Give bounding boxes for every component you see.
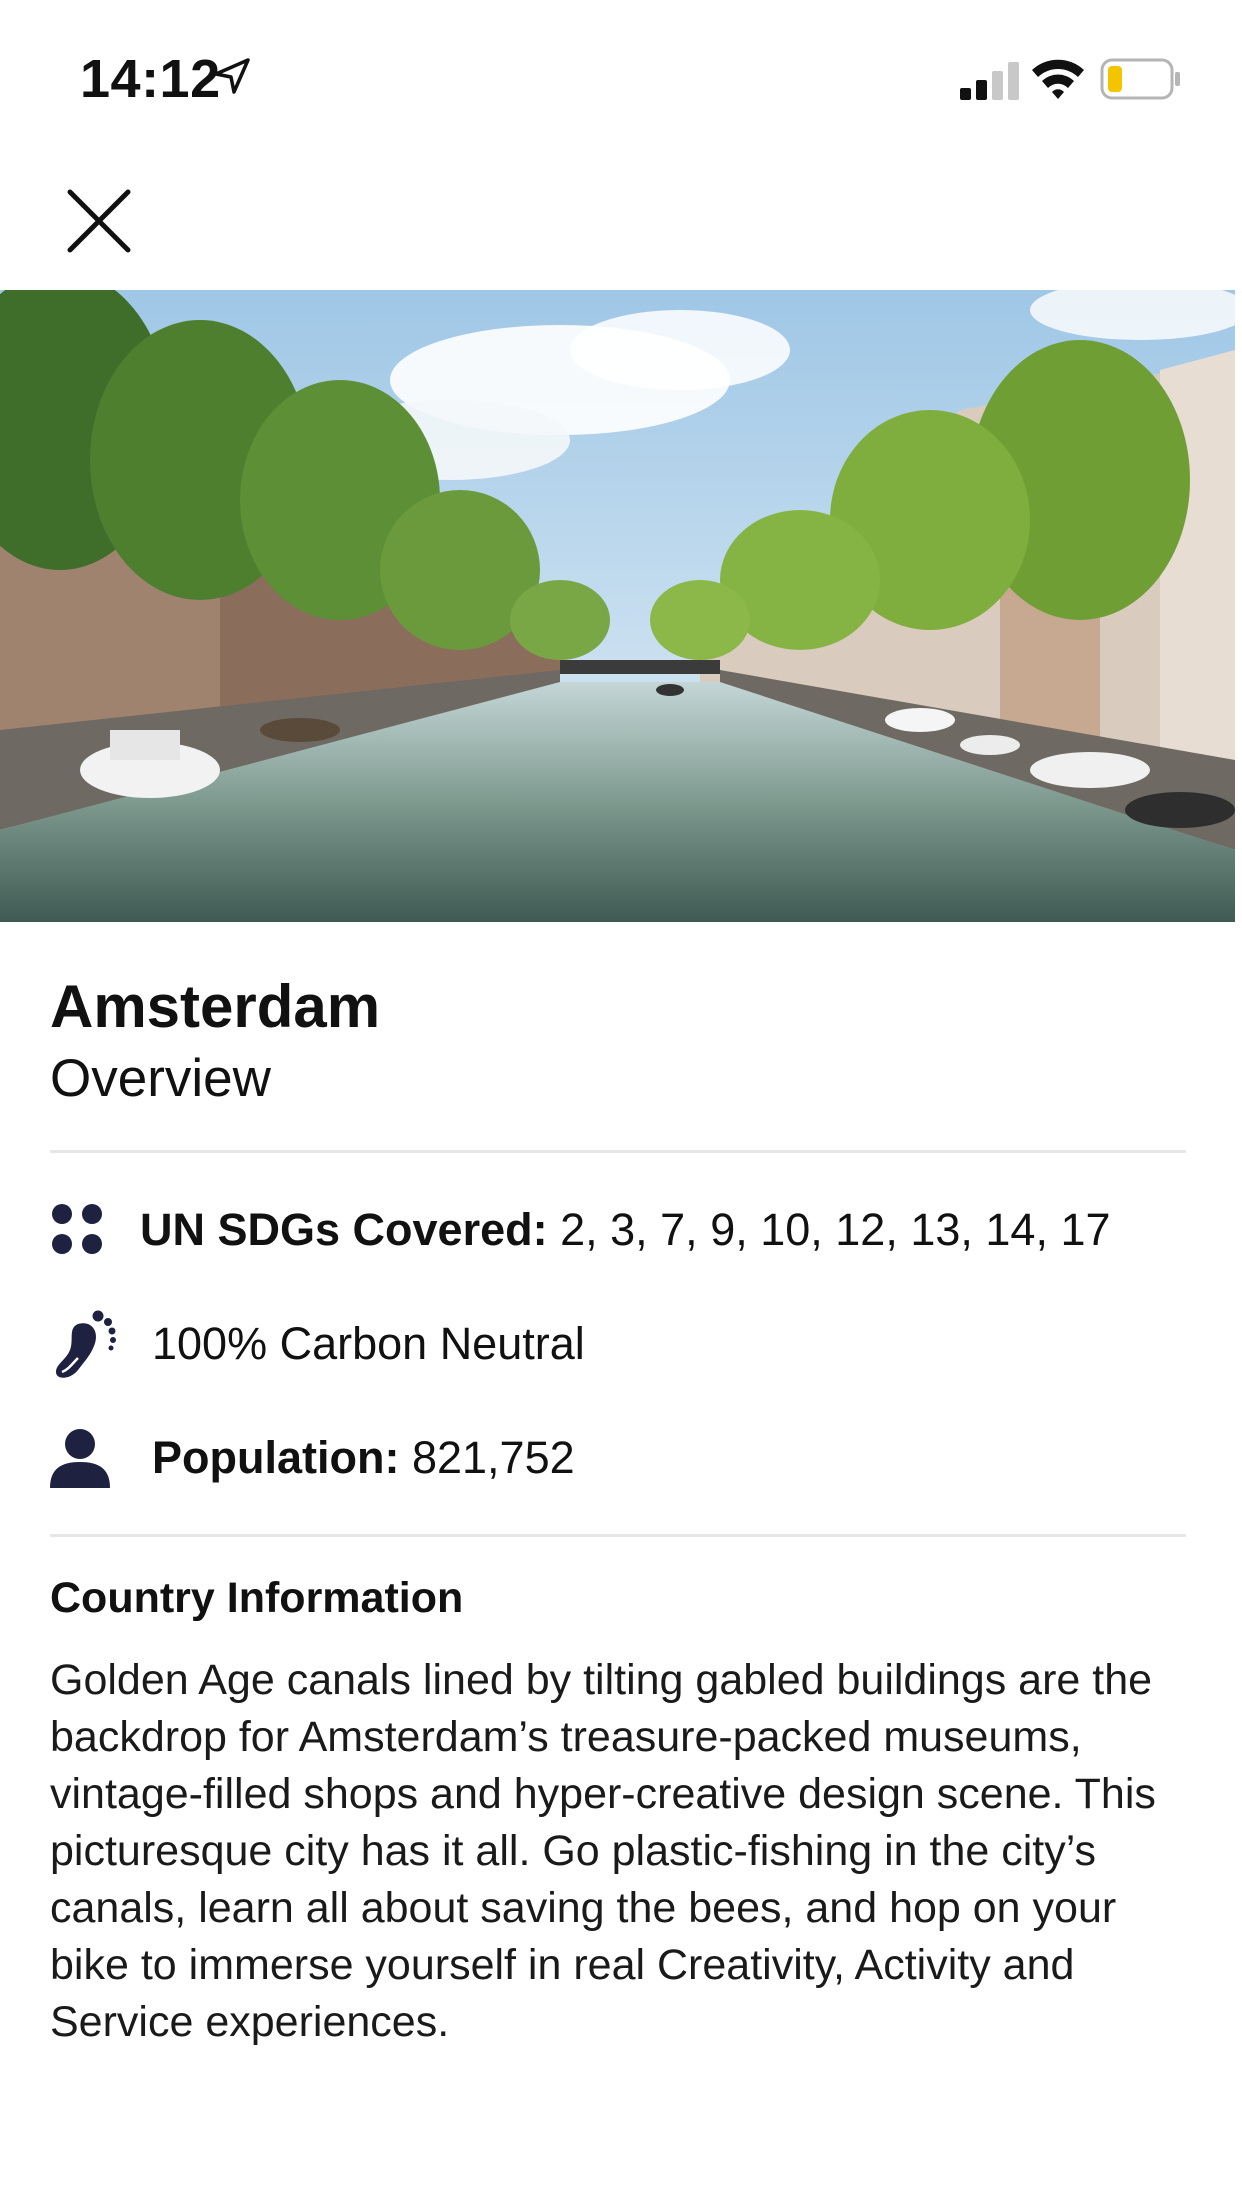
population-label: Population:	[152, 1432, 400, 1483]
wifi-icon	[1032, 59, 1084, 99]
page-subtitle: Overview	[50, 1049, 271, 1108]
city-title: Amsterdam	[50, 973, 381, 1040]
divider	[50, 1150, 1186, 1153]
amsterdam-canal-photo	[0, 290, 1235, 922]
divider	[50, 1534, 1186, 1537]
sdg-dots-icon	[52, 1204, 102, 1254]
country-description: Golden Age canals lined by tilting gable…	[50, 1656, 1156, 2046]
hero-image	[0, 290, 1235, 922]
footprint-icon	[56, 1310, 116, 1378]
sdg-label: UN SDGs Covered:	[140, 1204, 548, 1255]
location-arrow-icon	[214, 58, 250, 94]
battery-low-icon	[1100, 58, 1180, 100]
close-icon	[67, 189, 131, 253]
carbon-text: 100% Carbon Neutral	[152, 1318, 585, 1369]
cellular-signal-icon	[960, 62, 1019, 100]
close-button[interactable]	[64, 186, 134, 256]
sdg-values: 2, 3, 7, 9, 10, 12, 13, 14, 17	[547, 1204, 1111, 1255]
person-icon	[50, 1429, 110, 1488]
population-text: Population: 821,752	[152, 1426, 575, 1490]
status-time: 14:12	[80, 49, 221, 109]
population-value: 821,752	[399, 1432, 575, 1483]
status-bar: 14:12	[0, 0, 1242, 150]
section-title: Country Information	[50, 1574, 464, 1622]
sdg-text: UN SDGs Covered: 2, 3, 7, 9, 10, 12, 13,…	[140, 1198, 1111, 1262]
